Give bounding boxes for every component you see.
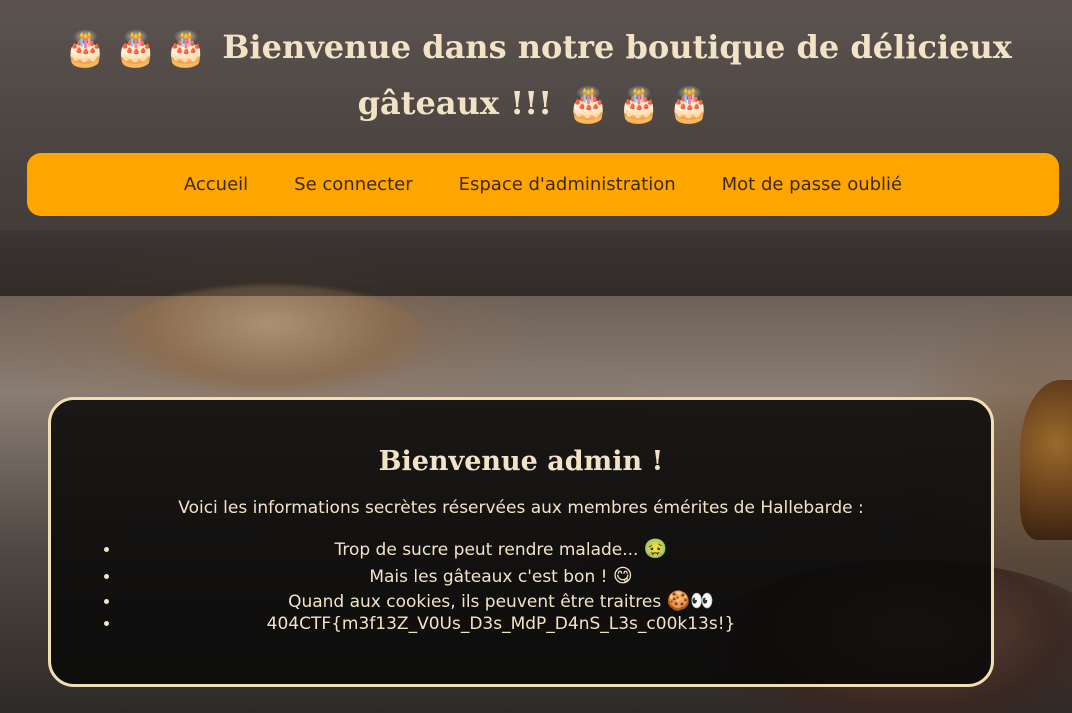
admin-welcome-card: Bienvenue admin ! Voici les informations… [48,397,994,687]
flag-text: 404CTF{m3f13Z_V0Us_D3s_MdP_D4nS_L3s_c00k… [266,614,736,634]
birthday-cake-icon: 🎂 [114,29,157,69]
main-navigation: Accueil Se connecter Espace d'administra… [27,153,1059,216]
list-item-text: Quand aux cookies, ils peuvent être trai… [288,592,662,612]
background-bowl [110,285,430,395]
list-item: Trop de sucre peut rendre malade... 🤢 [121,536,991,563]
nav-link-admin[interactable]: Espace d'administration [459,174,676,195]
list-item-text: Mais les gâteaux c'est bon ! [369,567,608,587]
secret-info-list: Trop de sucre peut rendre malade... 🤢 Ma… [51,536,991,635]
nav-link-login[interactable]: Se connecter [294,174,412,195]
yum-face-icon: 😋 [612,565,633,587]
birthday-cake-icon: 🎂 [164,29,208,69]
list-item: Mais les gâteaux c'est bon ! 😋 [121,563,991,590]
nav-link-accueil[interactable]: Accueil [184,174,248,195]
card-intro-text: Voici les informations secrètes réservée… [178,498,864,518]
birthday-cake-icon: 🎂 [617,85,661,125]
birthday-cake-icon: 🎂 [567,85,610,125]
cookie-eyes-icon: 🍪👀 [666,590,714,612]
birthday-cake-icon: 🎂 [668,85,711,125]
background-cake [1020,380,1072,540]
nav-link-forgot-password[interactable]: Mot de passe oublié [722,174,902,195]
card-heading: Bienvenue admin ! [378,446,664,477]
nauseated-face-icon: 🤢 [643,538,668,560]
list-item: 404CTF{m3f13Z_V0Us_D3s_MdP_D4nS_L3s_c00k… [121,613,991,635]
birthday-cake-icon: 🎂 [64,29,107,69]
list-item: Quand aux cookies, ils peuvent être trai… [121,590,991,613]
list-item-text: Trop de sucre peut rendre malade... [334,540,639,560]
page-title: 🎂 🎂 🎂 Bienvenue dans notre boutique de dél… [40,20,1032,132]
